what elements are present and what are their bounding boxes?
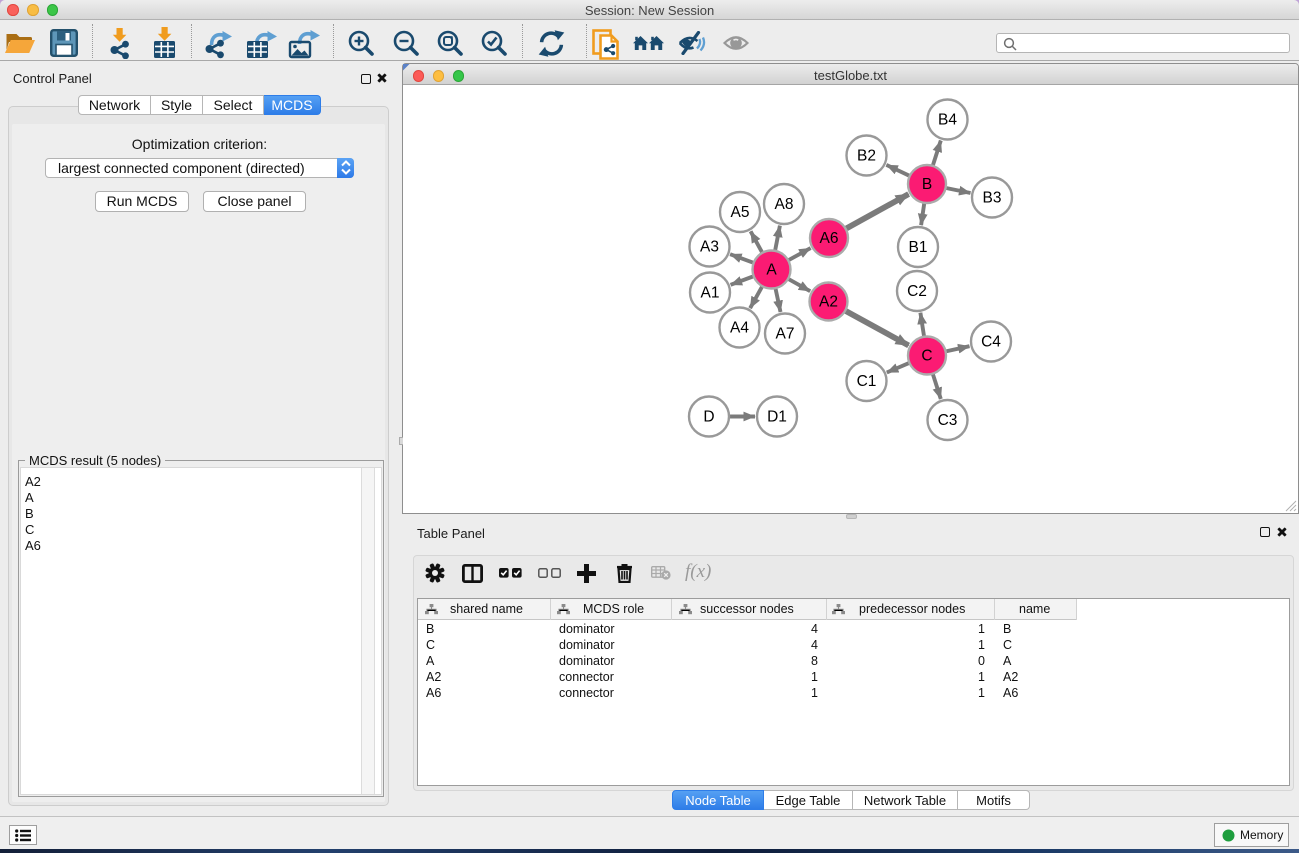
svg-text:B1: B1	[909, 239, 928, 256]
svg-text:D1: D1	[767, 409, 787, 426]
svg-text:D: D	[703, 409, 714, 426]
svg-text:A2: A2	[819, 294, 838, 311]
svg-text:C1: C1	[857, 373, 877, 390]
svg-text:A7: A7	[776, 326, 795, 343]
svg-text:A6: A6	[820, 230, 839, 247]
svg-text:A4: A4	[730, 320, 749, 337]
svg-text:B4: B4	[938, 112, 957, 129]
svg-text:B3: B3	[983, 190, 1002, 207]
svg-text:A5: A5	[731, 204, 750, 221]
svg-text:C: C	[921, 348, 932, 365]
svg-text:C4: C4	[981, 334, 1001, 351]
svg-text:B: B	[922, 176, 932, 193]
svg-text:A8: A8	[775, 196, 794, 213]
svg-text:A3: A3	[700, 239, 719, 256]
svg-text:A: A	[766, 262, 777, 279]
svg-text:A1: A1	[701, 285, 720, 302]
svg-text:C3: C3	[938, 412, 958, 429]
svg-text:C2: C2	[907, 283, 927, 300]
svg-text:B2: B2	[857, 148, 876, 165]
